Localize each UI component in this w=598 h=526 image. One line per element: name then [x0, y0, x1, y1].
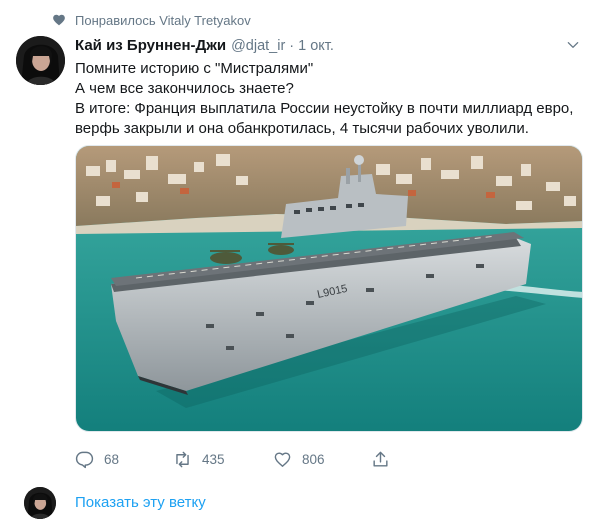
reply-button[interactable]: 68	[75, 448, 119, 470]
reply-count: 68	[104, 451, 120, 467]
tweet-text: Помните историю с "Мистралями" А чем все…	[75, 59, 585, 139]
tweet-text-line: верфь закрыли и она обанкротилась, 4 тыс…	[75, 120, 529, 137]
like-heart-icon	[274, 451, 291, 467]
share-icon	[373, 451, 388, 467]
reply-icon	[75, 451, 94, 468]
author-handle[interactable]: @djat_ir	[231, 38, 285, 54]
like-button[interactable]: 806	[273, 448, 325, 470]
heart-icon	[53, 14, 65, 26]
tweet-text-line: В итоге: Франция выплатила России неусто…	[75, 100, 574, 117]
show-thread-link[interactable]: Показать эту ветку	[75, 494, 206, 511]
like-count: 806	[302, 451, 325, 467]
chevron-down-icon[interactable]	[566, 38, 580, 52]
author-name[interactable]: Кай из Бруннен-Джи	[75, 37, 226, 54]
social-context-text: Понравилось Vitaly Tretyakov	[75, 12, 251, 28]
social-context: Понравилось Vitaly Tretyakov	[52, 11, 251, 29]
avatar[interactable]	[16, 36, 65, 85]
tweet-text-line: Помните историю с "Мистралями"	[75, 60, 314, 77]
tweet-media-image[interactable]: L9015	[75, 145, 583, 432]
retweet-icon	[176, 451, 189, 467]
tweet-actions: 68 435 806	[75, 448, 405, 470]
separator-dot: ·	[289, 38, 295, 54]
share-button[interactable]	[371, 448, 400, 470]
retweet-button[interactable]: 435	[173, 448, 225, 470]
tweet-header: Кай из Бруннен-Джи @djat_ir · 1 окт.	[75, 37, 334, 54]
thread-avatar[interactable]	[24, 487, 56, 519]
tweet-date[interactable]: 1 окт.	[298, 38, 334, 54]
tweet-text-line: А чем все закончилось знаете?	[75, 80, 294, 97]
retweet-count: 435	[202, 451, 225, 467]
